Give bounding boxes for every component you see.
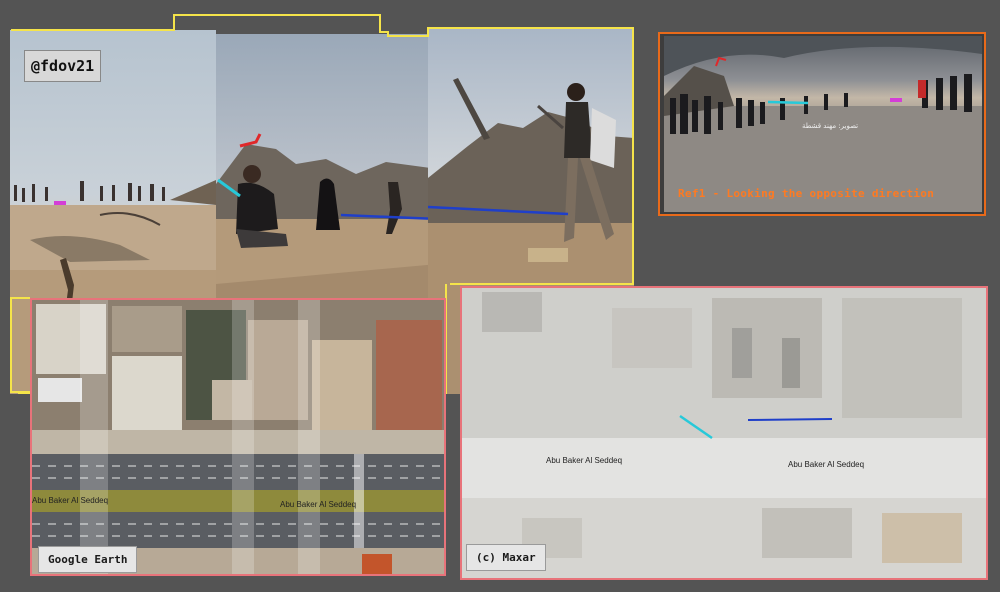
google-earth-panel: Abu Baker Al Seddeq Abu Baker Al Seddeq … xyxy=(30,298,446,576)
ref-arabic-credit: تصوير: مهند قشطة xyxy=(802,122,859,130)
ge-road-label-left: Abu Baker Al Seddeq xyxy=(32,496,109,505)
author-handle: @fdov21 xyxy=(24,50,102,82)
ref-magenta-marker xyxy=(890,98,902,102)
google-earth-image xyxy=(32,300,444,574)
ge-road-label-center: Abu Baker Al Seddeq xyxy=(280,500,357,509)
ref-red-marker xyxy=(715,56,727,67)
google-earth-badge: Google Earth xyxy=(38,546,138,573)
reference-photo: تصوير: مهند قشطة xyxy=(664,36,982,212)
maxar-panel: Abu Baker Al Seddeq Abu Baker Al Seddeq … xyxy=(460,286,988,580)
ref-caption: Ref1 - Looking the opposite direction xyxy=(678,187,935,200)
mx-road-label-left: Abu Baker Al Seddeq xyxy=(546,456,623,465)
maxar-blue-marker xyxy=(747,418,833,421)
ref-cyan-marker xyxy=(767,100,809,105)
mx-road-label-right: Abu Baker Al Seddeq xyxy=(788,460,865,469)
maxar-badge: (c) Maxar xyxy=(466,544,546,571)
maxar-image xyxy=(462,288,986,578)
reference-panel: تصوير: مهند قشطة Ref1 - Looking the oppo… xyxy=(658,32,986,216)
